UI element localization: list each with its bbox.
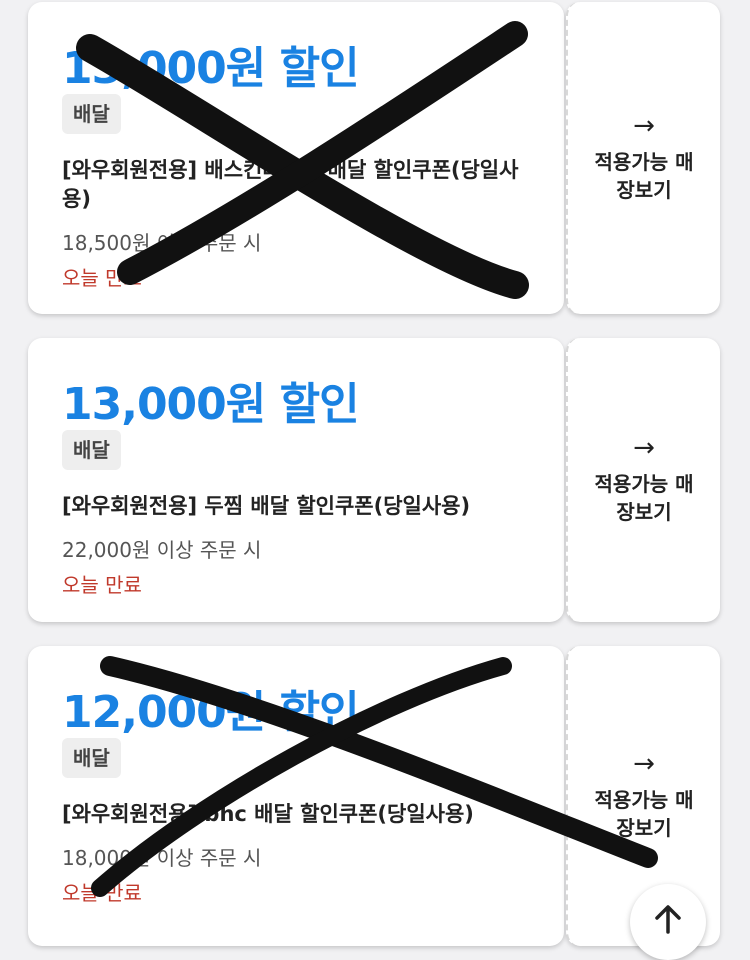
delivery-badge: 배달	[62, 738, 121, 778]
coupon-info: 13,000원 할인 배달 [와우회원전용] 두찜 배달 할인쿠폰(당일사용) …	[28, 338, 564, 622]
discount-amount: 13,000원 할인	[62, 43, 360, 94]
discount-amount: 12,000원 할인	[62, 687, 360, 738]
delivery-badge: 배달	[62, 430, 121, 470]
arrow-right-icon: →	[633, 111, 655, 141]
arrow-right-icon: →	[633, 749, 655, 779]
view-stores-label: 적용가능 매장보기	[594, 472, 694, 524]
discount-amount: 13,000원 할인	[62, 379, 360, 430]
view-stores-button[interactable]: → 적용가능 매장보기	[566, 2, 720, 314]
coupon-card: 13,000원 할인 배달 [와우회원전용] 배스킨라빈스 배달 할인쿠폰(당일…	[28, 2, 722, 314]
expiry-label: 오늘 만료	[62, 266, 142, 290]
view-stores-label: 적용가능 매장보기	[594, 788, 694, 840]
coupon-title: [와우회원전용] bhc 배달 할인쿠폰(당일사용)	[62, 802, 474, 826]
coupon-title: [와우회원전용] 두찜 배달 할인쿠폰(당일사용)	[62, 494, 471, 518]
coupon-card: 13,000원 할인 배달 [와우회원전용] 두찜 배달 할인쿠폰(당일사용) …	[28, 338, 722, 622]
min-order-condition: 22,000원 이상 주문 시	[62, 538, 262, 562]
coupon-info: 13,000원 할인 배달 [와우회원전용] 배스킨라빈스 배달 할인쿠폰(당일…	[28, 2, 564, 314]
arrow-up-icon	[655, 905, 681, 934]
coupon-title: [와우회원전용] 배스킨라빈스 배달 할인쿠폰(당일사용)	[62, 158, 519, 211]
arrow-right-icon: →	[633, 433, 655, 463]
min-order-condition: 18,500원 이상 주문 시	[62, 231, 262, 255]
expiry-label: 오늘 만료	[62, 573, 142, 597]
coupon-info: 12,000원 할인 배달 [와우회원전용] bhc 배달 할인쿠폰(당일사용)…	[28, 646, 564, 946]
view-stores-button[interactable]: → 적용가능 매장보기	[566, 338, 720, 622]
expiry-label: 오늘 만료	[62, 881, 142, 905]
delivery-badge: 배달	[62, 94, 121, 134]
view-stores-label: 적용가능 매장보기	[594, 150, 694, 202]
scroll-top-button[interactable]	[630, 884, 706, 960]
coupon-card: 12,000원 할인 배달 [와우회원전용] bhc 배달 할인쿠폰(당일사용)…	[28, 646, 722, 946]
min-order-condition: 18,000원 이상 주문 시	[62, 846, 262, 870]
